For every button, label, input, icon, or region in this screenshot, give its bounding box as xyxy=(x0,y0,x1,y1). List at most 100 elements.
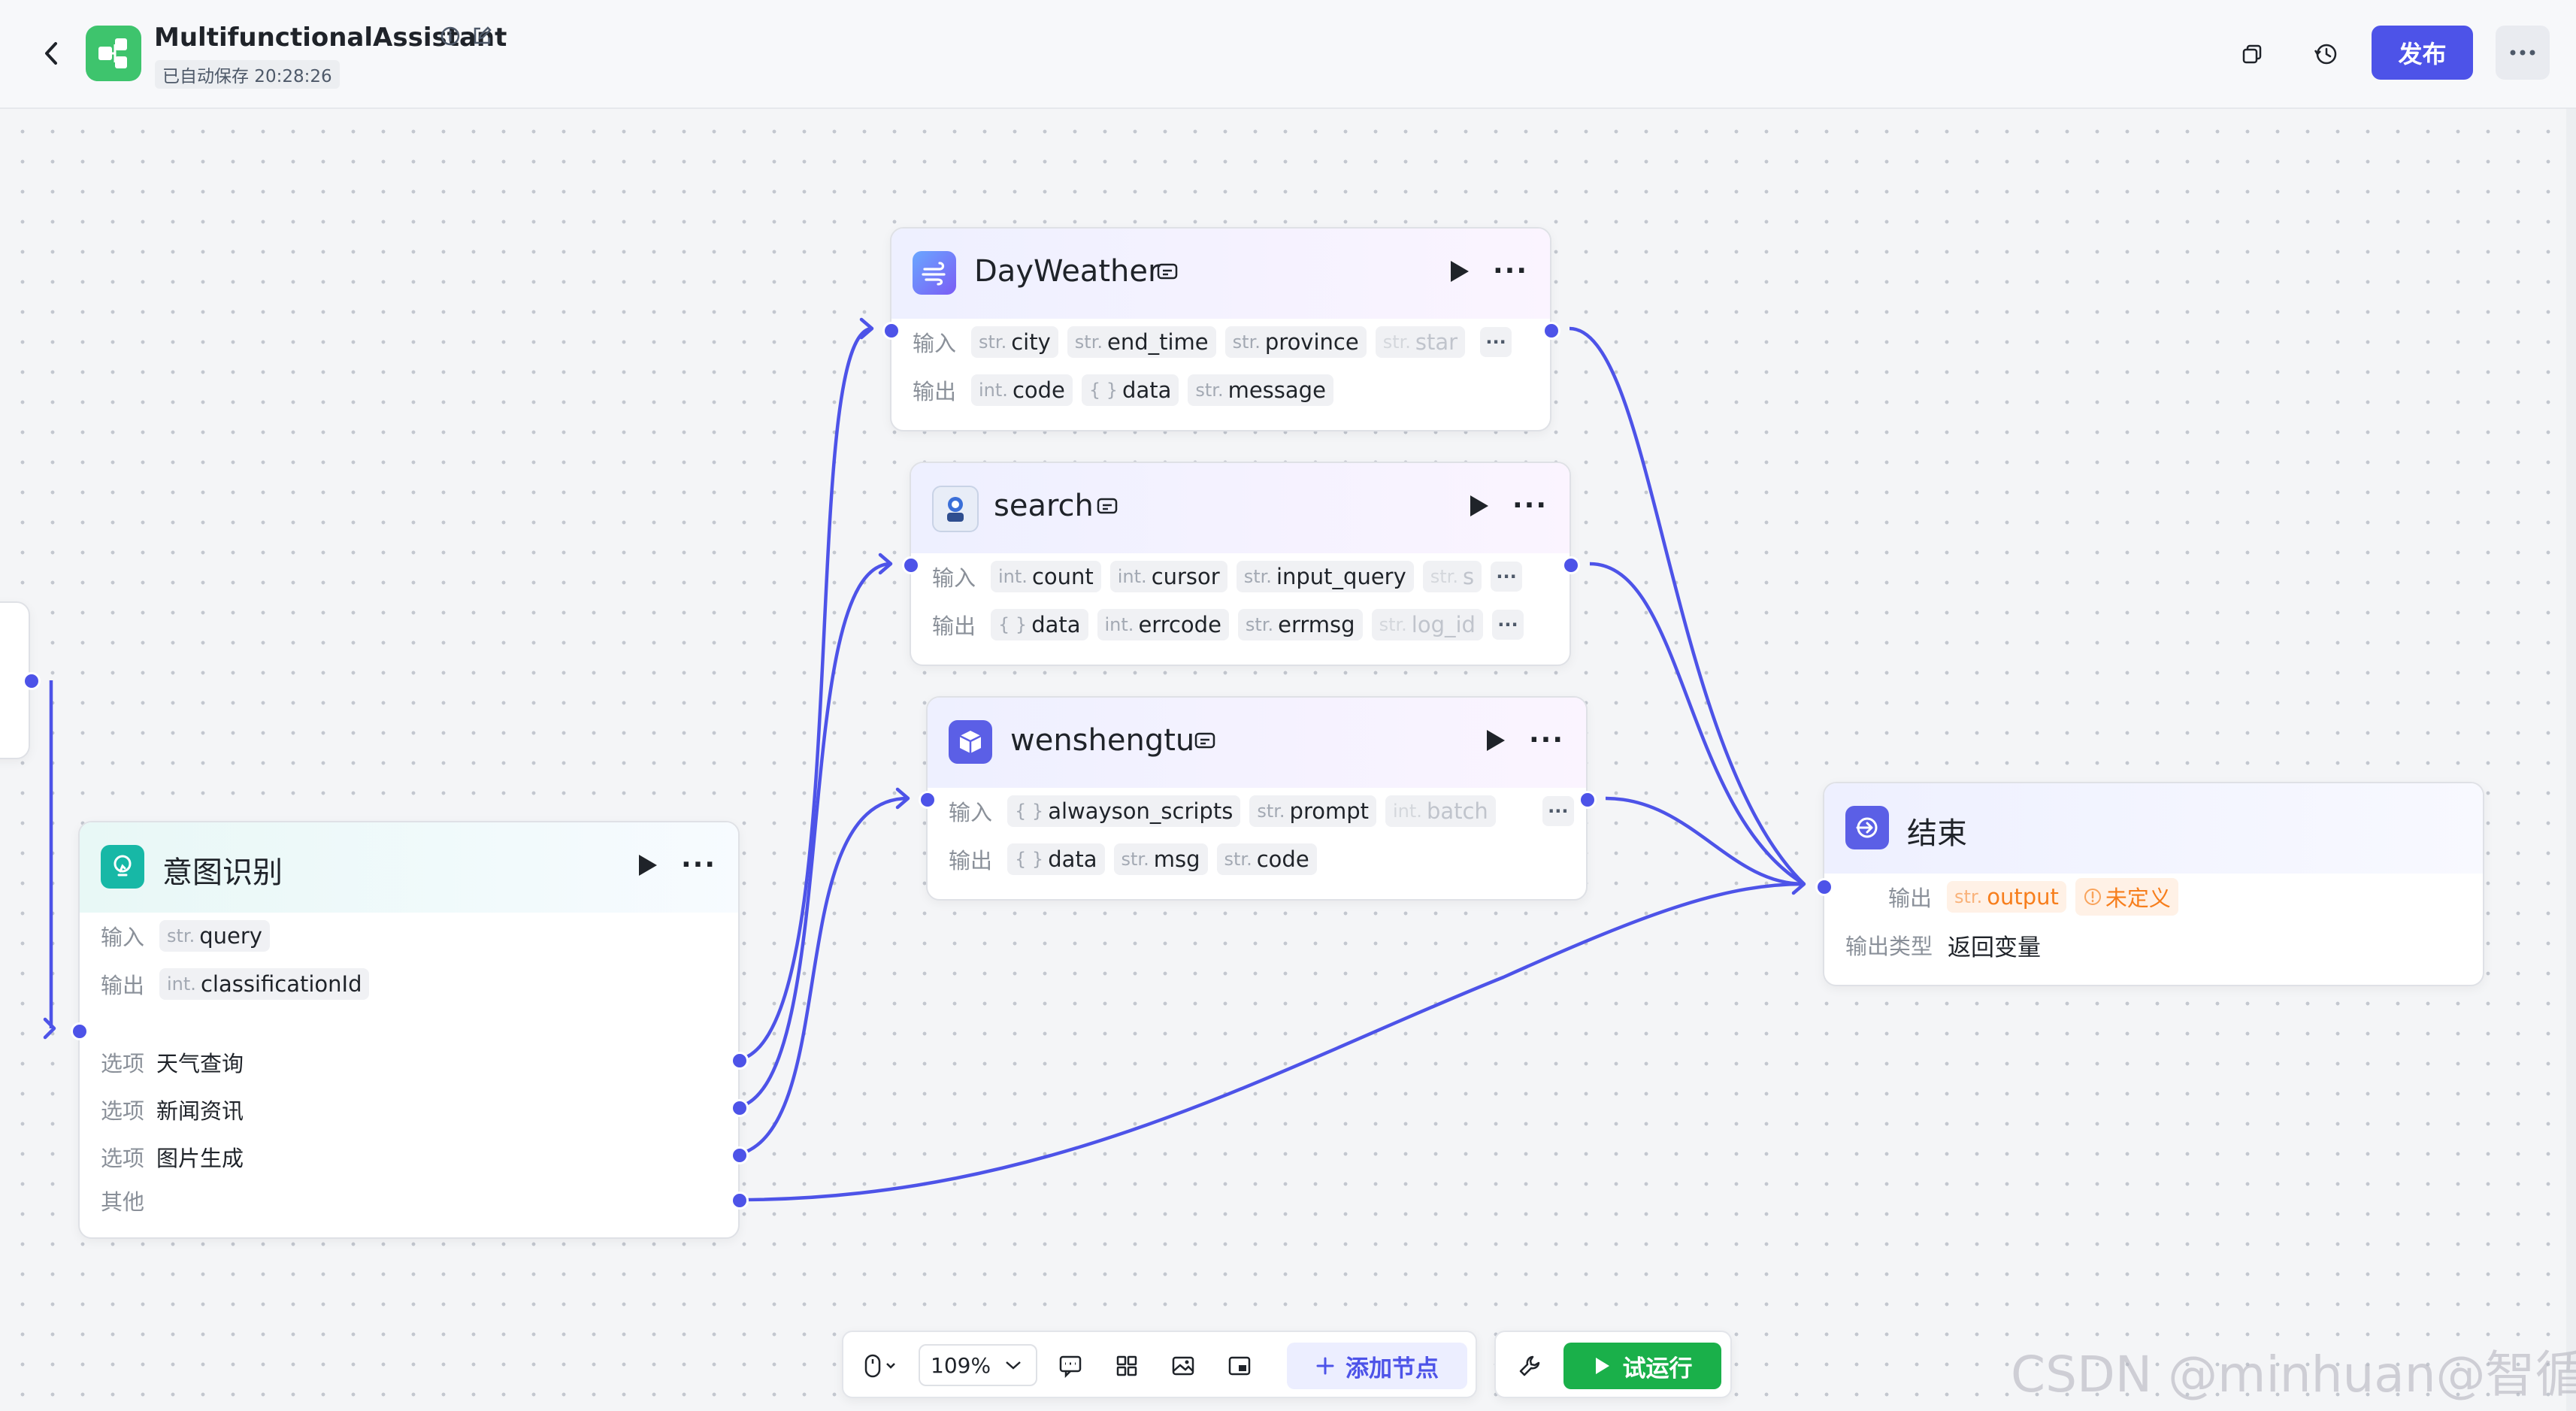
output-port[interactable] xyxy=(1562,556,1580,574)
run-node-icon[interactable] xyxy=(1448,259,1470,284)
node-title[interactable]: 结束 xyxy=(1907,809,1967,852)
copy-icon xyxy=(2242,44,2262,64)
node-more-icon[interactable]: ··· xyxy=(1512,490,1548,521)
start-node-partial[interactable] xyxy=(0,601,41,759)
interaction-mode-button[interactable] xyxy=(858,1346,904,1386)
layout-icon xyxy=(1116,1355,1137,1376)
output-label: 输出 xyxy=(949,848,993,874)
intent-option-other: 其他 xyxy=(101,1189,145,1215)
app-logo-icon xyxy=(86,26,141,81)
input-label: 输入 xyxy=(932,565,976,591)
input-label: 输入 xyxy=(949,800,993,825)
input-label: 输入 xyxy=(101,925,145,950)
weather-plugin-icon xyxy=(913,251,956,295)
output-label: 输出 xyxy=(913,379,957,404)
expand-params-button[interactable]: ··· xyxy=(1542,796,1574,826)
plugin-badge-icon xyxy=(1097,498,1118,514)
input-port[interactable] xyxy=(902,556,920,574)
param-tag: str. code xyxy=(1216,843,1317,875)
undefined-warning-badge: 未定义 xyxy=(2075,878,2178,916)
intent-option: 选项 图片生成 xyxy=(101,1146,244,1171)
node-title[interactable]: search xyxy=(994,489,1094,523)
publish-button[interactable]: 发布 xyxy=(2372,26,2473,80)
trial-run-button[interactable]: 试运行 xyxy=(1563,1343,1721,1389)
copy-button[interactable] xyxy=(2231,33,2273,75)
autosave-status: 已自动保存 20:28:26 xyxy=(155,60,340,89)
add-node-button[interactable]: 添加节点 xyxy=(1287,1343,1467,1389)
chevron-down-icon xyxy=(1006,1361,1021,1370)
node-title[interactable]: wenshengtu xyxy=(1010,723,1194,758)
output-label: 输出 xyxy=(101,973,145,998)
output-port[interactable] xyxy=(1579,791,1597,809)
comment-icon xyxy=(1059,1355,1082,1378)
debug-settings-button[interactable] xyxy=(1509,1346,1550,1386)
input-port[interactable] xyxy=(1815,878,1833,896)
input-port[interactable] xyxy=(882,322,901,340)
start-output-port[interactable] xyxy=(23,672,41,690)
expand-params-button[interactable]: ··· xyxy=(1480,327,1512,357)
param-tag: str. output xyxy=(1947,881,2066,913)
param-tag: { } alwayson_scripts xyxy=(1007,795,1241,827)
history-button[interactable] xyxy=(2305,33,2347,75)
node-intent-recognition[interactable]: 意图识别 ··· 输入 str. query 输出 int. classificat… xyxy=(71,821,749,1239)
warning-icon xyxy=(2084,889,2101,905)
node-dayweather[interactable]: DayWeather ··· 输入 str. city str. end_time … xyxy=(882,227,1560,431)
input-label: 输入 xyxy=(913,331,957,356)
param-tag: int. classificationId xyxy=(159,968,370,1000)
image-icon xyxy=(1172,1356,1194,1376)
end-node-icon xyxy=(1845,806,1889,849)
param-tag: int. errcode xyxy=(1097,609,1229,640)
run-node-icon[interactable] xyxy=(636,852,658,878)
option-output-port[interactable] xyxy=(731,1052,749,1070)
param-tag: int. cursor xyxy=(1109,561,1227,592)
option-output-port[interactable] xyxy=(731,1099,749,1117)
run-toolbar: 试运行 xyxy=(1494,1331,1732,1398)
export-image-button[interactable] xyxy=(1163,1346,1203,1386)
zoom-select[interactable]: 109% xyxy=(919,1344,1037,1386)
top-bar: MultifunctionalAssistant 已自动保存 20:28:26 … xyxy=(0,0,2576,109)
auto-layout-button[interactable] xyxy=(1106,1346,1147,1386)
param-tag: str. msg xyxy=(1113,843,1208,875)
output-label: 输出 xyxy=(932,613,976,639)
minimap-button[interactable] xyxy=(1219,1346,1260,1386)
option-output-port[interactable] xyxy=(731,1146,749,1164)
more-icon xyxy=(2510,50,2535,56)
minimap-icon xyxy=(1228,1356,1251,1376)
expand-params-button[interactable]: ··· xyxy=(1491,610,1524,640)
run-node-icon[interactable] xyxy=(1484,728,1506,753)
wrench-icon xyxy=(1519,1355,1540,1376)
output-port[interactable] xyxy=(1542,322,1560,340)
node-more-icon[interactable]: ··· xyxy=(681,849,716,880)
plus-icon xyxy=(1316,1357,1334,1375)
param-tag: str. city xyxy=(971,326,1058,358)
node-more-icon[interactable]: ··· xyxy=(1529,725,1564,755)
zoom-value: 109% xyxy=(931,1352,991,1378)
node-title[interactable]: DayWeather xyxy=(974,254,1160,289)
param-tag: str. query xyxy=(159,920,270,952)
expand-params-button[interactable]: ··· xyxy=(1491,562,1523,592)
info-icon[interactable] xyxy=(440,26,461,47)
input-port[interactable] xyxy=(919,791,937,809)
param-tag: str. end_time xyxy=(1067,326,1216,358)
output-type-value: 返回变量 xyxy=(1948,934,2042,961)
edit-icon[interactable] xyxy=(471,26,492,47)
node-search[interactable]: search ··· 输入 int. count int. cursor str. i… xyxy=(902,462,1580,666)
back-button[interactable] xyxy=(36,36,66,71)
output-type-label: 输出类型 xyxy=(1845,934,1933,959)
param-tag: int. code xyxy=(971,374,1073,406)
node-end[interactable]: 结束 输出 str. output 未定义 输出类型 返回变量 xyxy=(1815,782,2484,986)
vertical-scrollbar[interactable] xyxy=(2566,109,2576,1411)
node-title[interactable]: 意图识别 xyxy=(162,848,283,892)
other-output-port[interactable] xyxy=(731,1191,749,1210)
run-node-icon[interactable] xyxy=(1467,493,1490,519)
node-wenshengtu[interactable]: wenshengtu ··· 输入 { } alwayson_scripts st… xyxy=(919,696,1597,901)
watermark: CSDN @minhuan@智循AI xyxy=(2011,1346,2576,1403)
comment-button[interactable] xyxy=(1050,1346,1091,1386)
mouse-icon xyxy=(864,1354,895,1378)
param-tag-truncated: int. batch xyxy=(1385,795,1496,827)
param-tag-truncated: str. s xyxy=(1422,561,1482,592)
node-more-icon[interactable]: ··· xyxy=(1493,256,1528,286)
input-port[interactable] xyxy=(71,1022,89,1040)
param-tag: { } data xyxy=(1081,374,1179,406)
more-button[interactable] xyxy=(2496,26,2550,80)
